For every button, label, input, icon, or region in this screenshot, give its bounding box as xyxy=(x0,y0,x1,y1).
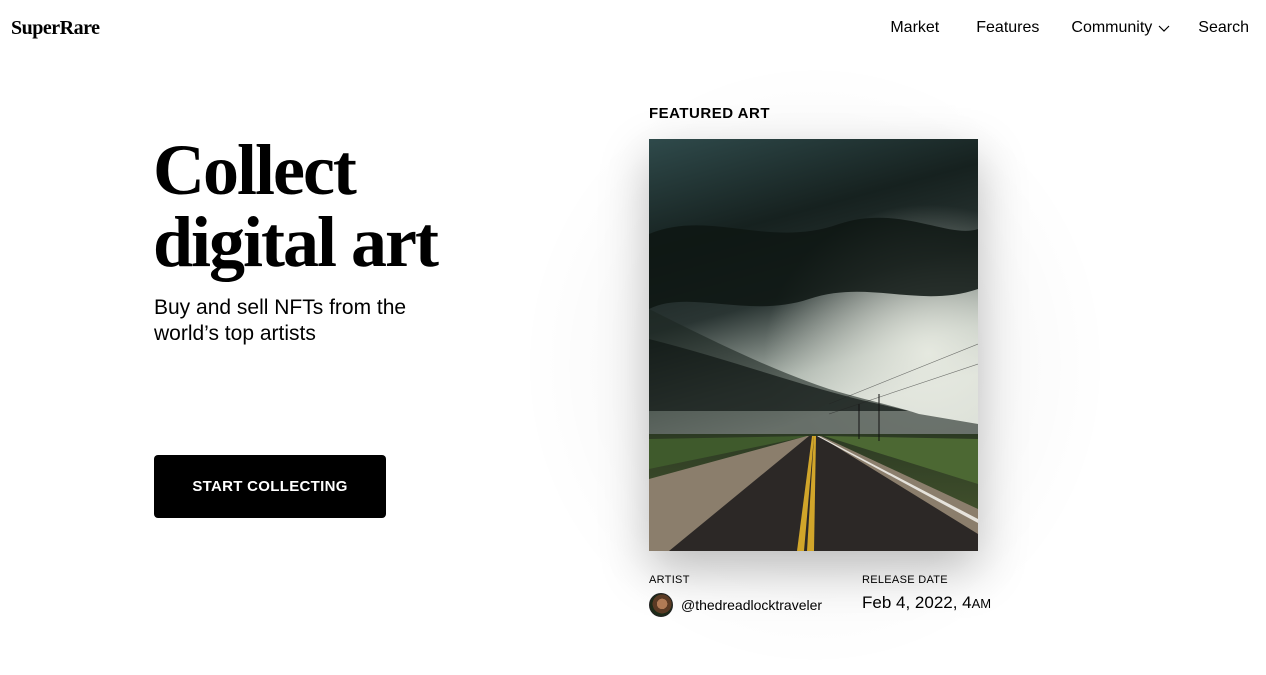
release-date-value: Feb 4, 2022, 4AM xyxy=(862,593,991,613)
release-date-text: Feb 4, 2022, 4 xyxy=(862,593,972,612)
nav-market[interactable]: Market xyxy=(890,19,939,37)
nav-search[interactable]: Search xyxy=(1198,19,1249,37)
hero-title-line1: Collect xyxy=(153,130,357,210)
nav-community[interactable]: Community xyxy=(1071,19,1170,37)
logo[interactable]: SuperRare xyxy=(11,17,100,40)
artist-handle: @thedreadlocktraveler xyxy=(681,597,823,613)
nav-community-label: Community xyxy=(1071,19,1153,36)
artist-link[interactable]: @thedreadlocktraveler xyxy=(649,593,822,617)
artist-label: ARTIST xyxy=(649,574,690,586)
artist-avatar xyxy=(649,593,673,617)
start-collecting-button[interactable]: START COLLECTING xyxy=(154,455,386,518)
hero-subtitle: Buy and sell NFTs from the world’s top a… xyxy=(154,296,407,345)
nav-features[interactable]: Features xyxy=(976,19,1039,37)
hero-title-line2: digital art xyxy=(153,202,439,282)
featured-art-label: FEATURED ART xyxy=(649,105,770,122)
release-date-label: RELEASE DATE xyxy=(862,574,948,586)
chevron-down-icon xyxy=(1158,25,1170,32)
featured-artwork-image[interactable] xyxy=(649,139,978,551)
top-nav: Market Features Community Search xyxy=(890,19,1249,37)
hero-title: Collect digital art xyxy=(153,134,439,278)
release-date-ampm: AM xyxy=(971,596,992,611)
